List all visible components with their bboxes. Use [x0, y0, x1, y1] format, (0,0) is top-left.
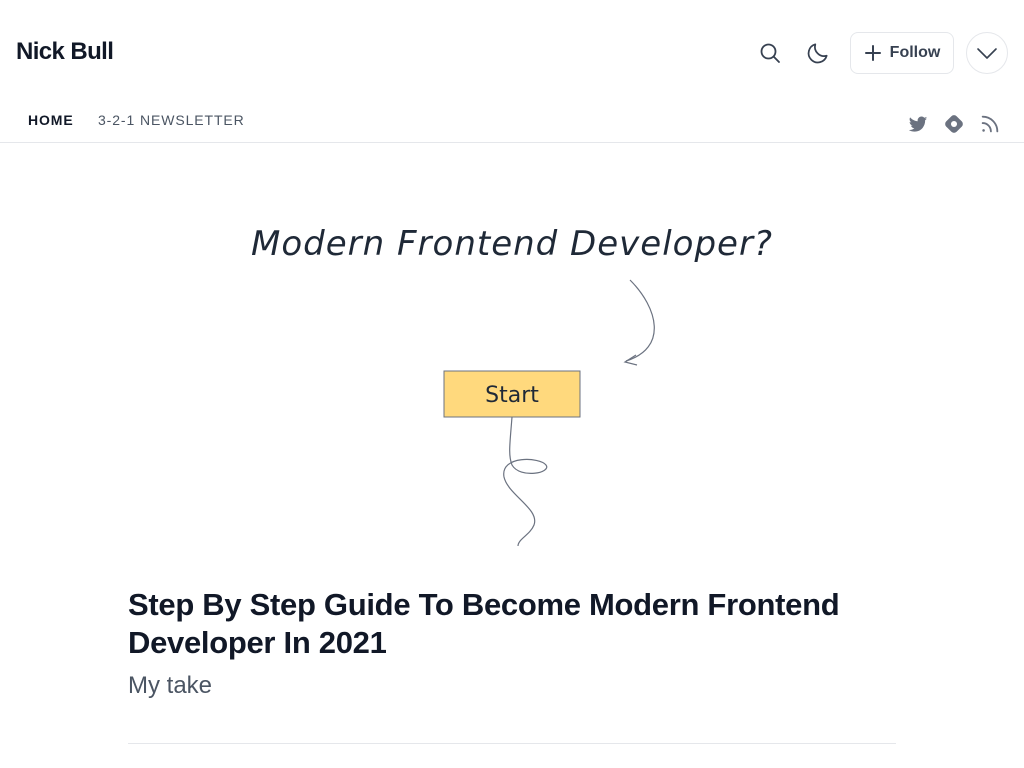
follow-button[interactable]: Follow: [850, 32, 954, 74]
nav-item-home[interactable]: HOME: [28, 112, 74, 128]
twitter-icon: [908, 116, 928, 132]
top-bar: Nick Bull Follow: [0, 0, 1024, 106]
cover-arrow-head: [623, 354, 638, 366]
chevron-down-icon: [977, 48, 997, 59]
hashnode-icon: [945, 115, 963, 133]
nav-item-newsletter[interactable]: 3-2-1 NEWSLETTER: [98, 112, 245, 128]
plus-icon: [864, 45, 881, 61]
search-button[interactable]: [750, 33, 790, 73]
hashnode-link[interactable]: [942, 112, 966, 136]
blog-nav: HOME 3-2-1 NEWSLETTER: [0, 106, 1024, 143]
search-icon: [760, 43, 780, 63]
rss-icon: [981, 115, 999, 133]
cover-heading: Modern Frontend Developer?: [251, 224, 773, 264]
post-title[interactable]: Step By Step Guide To Become Modern Fron…: [128, 586, 848, 662]
cover-arrow: [625, 279, 655, 362]
start-box-label: Start: [485, 383, 539, 408]
theme-toggle-button[interactable]: [798, 33, 838, 73]
follow-label: Follow: [889, 44, 941, 61]
moon-icon: [807, 43, 828, 64]
menu-button[interactable]: [966, 32, 1008, 74]
divider: [128, 743, 896, 744]
blog-title[interactable]: Nick Bull: [16, 38, 114, 66]
rss-link[interactable]: [978, 112, 1002, 136]
post-subtitle: My take: [128, 672, 213, 699]
cover-illustration: Modern Frontend Developer? Start: [251, 224, 773, 547]
cover-squiggle: [503, 416, 548, 547]
twitter-link[interactable]: [906, 112, 930, 136]
cover-image[interactable]: Modern Frontend Developer? Start: [128, 143, 896, 573]
